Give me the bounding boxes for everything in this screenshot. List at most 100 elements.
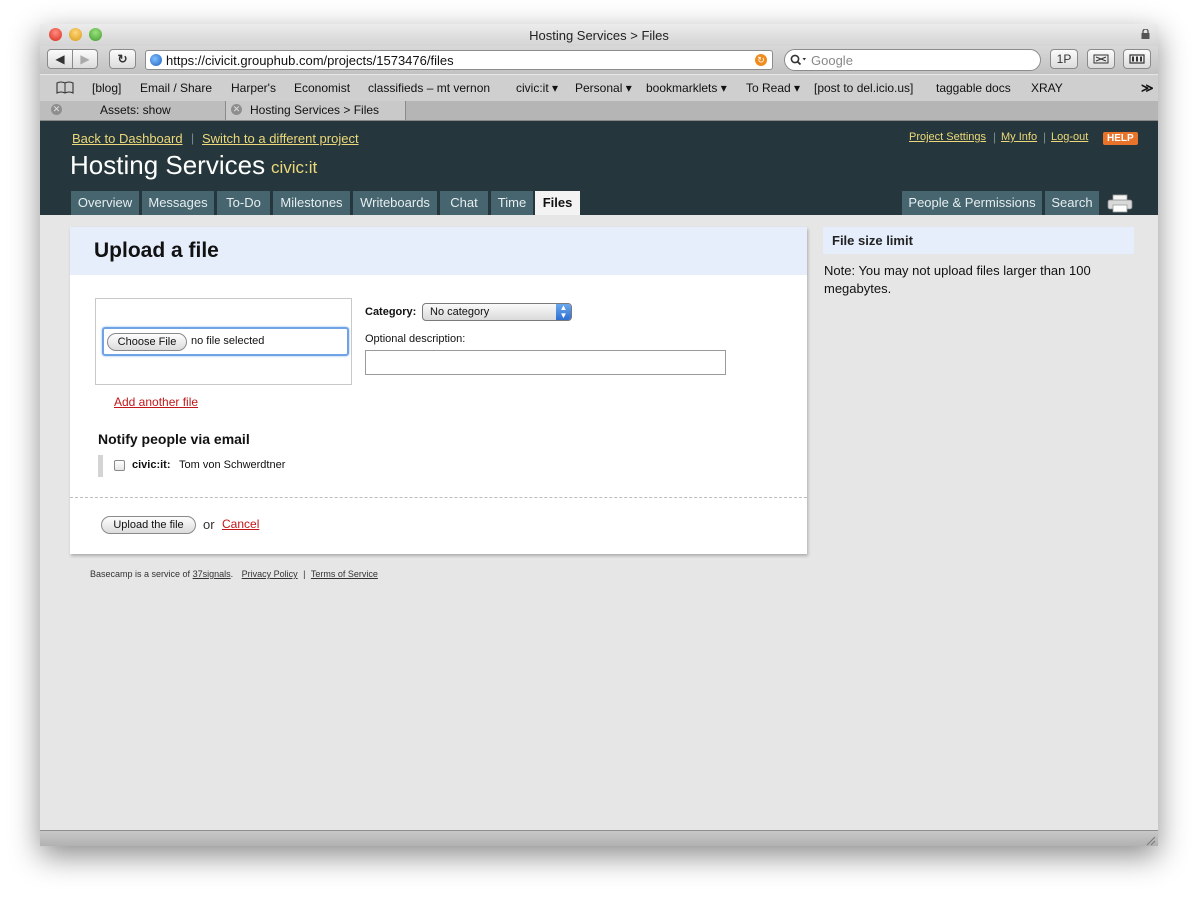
browser-tab-files[interactable]: ✕ Hosting Services > Files [226, 101, 406, 120]
search-placeholder: Google [811, 53, 853, 68]
book-icon[interactable] [56, 81, 74, 94]
category-select[interactable]: No category ▲ ▼ [422, 303, 572, 321]
bookmark-bookmarklets-folder[interactable]: bookmarklets ▾ [646, 81, 727, 95]
separator: | [993, 130, 997, 144]
page-footer: Basecamp is a service of 37signals. Priv… [90, 569, 378, 579]
tab-to-do[interactable]: To-Do [217, 191, 270, 215]
browser-toolbar: ◀ ▶ ↻ https://civicit.grouphub.com/proje… [40, 46, 1158, 74]
columns-icon [1129, 54, 1145, 64]
close-tab-icon[interactable]: ✕ [51, 104, 62, 115]
search-field[interactable]: Google [784, 49, 1041, 71]
tab-writeboards[interactable]: Writeboards [353, 191, 437, 215]
tab-overview[interactable]: Overview [71, 191, 139, 215]
browser-tab-assets[interactable]: ✕ Assets: show [40, 101, 226, 120]
tab-messages[interactable]: Messages [142, 191, 214, 215]
bookmarks-bar: [blog] Email / Share Harper's Economist … [40, 75, 1158, 102]
status-bar [40, 830, 1158, 846]
bookmark-civicit-folder[interactable]: civic:it ▾ [516, 81, 558, 95]
forward-arrow-icon: ▶ [80, 52, 90, 66]
browser-window: Hosting Services > Files ◀ ▶ ↻ https://c… [40, 24, 1158, 846]
choose-file-button[interactable]: Choose File [107, 333, 187, 351]
37signals-link[interactable]: 37signals [193, 569, 231, 579]
close-tab-icon[interactable]: ✕ [231, 104, 242, 115]
privacy-policy-link[interactable]: Privacy Policy [242, 569, 298, 579]
onepassword-label: 1P [1056, 52, 1072, 66]
category-selected-value: No category [430, 306, 490, 318]
rss-icon[interactable]: ↻ [755, 54, 767, 66]
tab-time[interactable]: Time [491, 191, 533, 215]
file-size-note: Note: You may not upload files larger th… [824, 263, 1091, 296]
sidebar-title: File size limit [832, 233, 913, 248]
description-input[interactable] [365, 350, 726, 375]
bookmark-personal-folder[interactable]: Personal ▾ [575, 81, 632, 95]
separator: | [191, 131, 195, 145]
company-name: civic:it [271, 158, 318, 177]
file-chooser-box: Choose File no file selected [95, 298, 352, 385]
notify-company: civic:it: [132, 459, 171, 471]
magnifier-icon [790, 54, 806, 66]
tab-people-permissions[interactable]: People & Permissions [902, 191, 1042, 215]
tab-label: Assets: show [100, 103, 171, 117]
add-another-file-link[interactable]: Add another file [114, 395, 198, 409]
project-header: Back to Dashboard | Switch to a differen… [40, 121, 1158, 215]
bookmark-harpers[interactable]: Harper's [231, 81, 276, 95]
upload-panel-header: Upload a file [70, 227, 807, 275]
bookmark-classifieds[interactable]: classifieds – mt vernon [368, 81, 490, 95]
resize-grip-icon[interactable] [1144, 834, 1156, 846]
page-title: Upload a file [94, 239, 219, 262]
terms-of-service-link[interactable]: Terms of Service [311, 569, 378, 579]
address-bar[interactable]: https://civicit.grouphub.com/projects/15… [145, 50, 773, 70]
or-text: or [203, 517, 215, 532]
printer-icon[interactable] [1107, 193, 1133, 213]
reload-icon: ↻ [117, 52, 128, 66]
lock-icon [1141, 29, 1150, 39]
notify-person-row: civic:it: Tom von Schwerdtner [98, 455, 343, 477]
footer-period: . [230, 569, 234, 579]
back-button[interactable]: ◀ [47, 49, 73, 69]
back-arrow-icon: ◀ [55, 52, 65, 66]
window-title: Hosting Services > Files [529, 28, 669, 43]
bookmark-taggable-docs[interactable]: taggable docs [936, 81, 1011, 95]
sidebar-button[interactable] [1123, 49, 1151, 69]
tab-search[interactable]: Search [1045, 191, 1099, 215]
upload-file-button[interactable]: Upload the file [101, 516, 196, 534]
bookmark-email-share[interactable]: Email / Share [140, 81, 212, 95]
scissors-icon [1093, 54, 1109, 64]
tab-label: Hosting Services > Files [250, 103, 380, 117]
notify-checkbox[interactable] [114, 460, 125, 471]
tab-files[interactable]: Files [535, 191, 580, 215]
divider [70, 497, 807, 498]
notify-person-name: Tom von Schwerdtner [179, 459, 286, 471]
tab-milestones[interactable]: Milestones [273, 191, 350, 215]
upload-panel: Upload a file Choose File no file select… [70, 227, 807, 554]
reload-button[interactable]: ↻ [109, 49, 136, 69]
tab-chat[interactable]: Chat [440, 191, 488, 215]
bookmark-economist[interactable]: Economist [294, 81, 350, 95]
file-input[interactable]: Choose File no file selected [102, 327, 349, 356]
project-settings-link[interactable]: Project Settings [909, 131, 986, 143]
footer-text: Basecamp is a service of [90, 569, 191, 579]
cancel-link[interactable]: Cancel [222, 517, 259, 531]
forward-button[interactable]: ▶ [72, 49, 98, 69]
back-to-dashboard-link[interactable]: Back to Dashboard [72, 131, 183, 146]
browser-tab-strip: ✕ Assets: show ✕ Hosting Services > File… [40, 101, 1158, 121]
title-bar: Hosting Services > Files [40, 24, 1158, 46]
bookmark-to-read-folder[interactable]: To Read ▾ [746, 81, 800, 95]
help-button[interactable]: HELP [1103, 132, 1138, 145]
bookmark-xray[interactable]: XRAY [1031, 81, 1063, 95]
onepassword-button[interactable]: 1P [1050, 49, 1078, 69]
bookmark-blog[interactable]: [blog] [92, 81, 121, 95]
bookmarks-overflow-chevron-icon[interactable]: ≫ [1141, 81, 1154, 95]
logout-link[interactable]: Log-out [1051, 131, 1088, 143]
switch-project-link[interactable]: Switch to a different project [202, 131, 359, 146]
globe-icon [150, 54, 162, 66]
bookmark-post-delicious[interactable]: [post to del.icio.us] [814, 81, 913, 95]
my-info-link[interactable]: My Info [1001, 131, 1037, 143]
description-label: Optional description: [365, 333, 466, 345]
sidebar-header: File size limit [823, 227, 1134, 254]
no-file-label: no file selected [191, 335, 265, 347]
clipping-button[interactable] [1087, 49, 1115, 69]
select-arrows-icon: ▲ ▼ [556, 304, 571, 320]
footer-separator: | [303, 569, 306, 579]
category-label: Category: [365, 306, 417, 318]
